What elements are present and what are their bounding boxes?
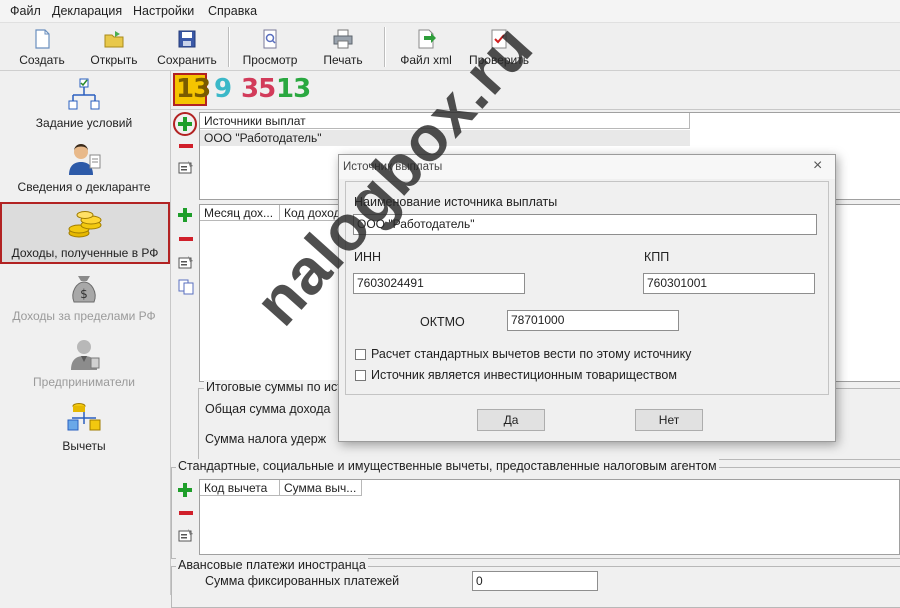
menu-settings[interactable]: Настройки (133, 4, 194, 18)
print-label: Печать (323, 53, 363, 67)
tax-withheld-label: Сумма налога удерж (205, 432, 327, 446)
edit-deduction-icon[interactable] (178, 528, 194, 542)
total-income-label: Общая сумма дохода (205, 402, 331, 416)
sidebar-item-label: Доходы за пределами РФ (12, 309, 156, 323)
kpp-label: КПП (644, 250, 670, 264)
oktmo-input[interactable]: 78701000 (507, 310, 679, 331)
table-row[interactable]: ООО "Работодатель" (200, 130, 690, 146)
print-button[interactable]: Печать (307, 25, 379, 69)
no-button[interactable]: Нет (635, 409, 703, 431)
coins-icon (68, 211, 102, 238)
fixed-payments-input[interactable]: 0 (472, 571, 598, 591)
edit-income-icon[interactable] (178, 255, 194, 269)
menu-bar: Файл Декларация Настройки Справка (0, 0, 900, 23)
toolbar-separator (384, 27, 386, 67)
menu-file[interactable]: Файл (10, 4, 41, 18)
kpp-input[interactable]: 760301001 (643, 273, 815, 294)
money-bag-icon: $ (72, 276, 96, 303)
xml-file-icon (418, 29, 436, 49)
sidebar-item-label: Предприниматели (33, 375, 135, 389)
edit-source-icon[interactable] (178, 160, 194, 174)
inn-label: ИНН (354, 250, 382, 264)
checklist-icon (491, 29, 507, 49)
source-name-label: Наименование источника выплаты (354, 195, 558, 209)
xml-file-button[interactable]: Файл xml (390, 25, 462, 69)
sidebar-item-label: Вычеты (62, 439, 106, 453)
dialog-title-bar[interactable]: Источник выплаты × (339, 155, 835, 179)
add-deduction-plus-icon[interactable] (177, 482, 193, 498)
menu-help[interactable]: Справка (208, 4, 257, 18)
sources-column-header[interactable]: Источники выплат (200, 113, 690, 129)
dialog-title: Источник выплаты (343, 161, 443, 173)
sidebar-item-conditions[interactable]: Задание условий (2, 77, 166, 137)
close-icon[interactable]: × (813, 157, 822, 175)
preview-icon (263, 29, 277, 49)
create-button[interactable]: Создать (6, 25, 78, 69)
deductions-icon (67, 403, 101, 431)
sidebar: Задание условий Сведения о декларанте До… (0, 71, 171, 595)
deduction-sum-column-header[interactable]: Сумма выч... (280, 480, 362, 496)
remove-source-minus-icon[interactable] (178, 142, 194, 150)
open-label: Открыть (90, 53, 138, 67)
menu-declaration[interactable]: Декларация (52, 4, 122, 18)
toolbar: Создать Открыть Сохранить Просмотр Печат… (0, 23, 900, 71)
remove-deduction-minus-icon[interactable] (178, 509, 194, 517)
sidebar-item-label: Сведения о декларанте (17, 180, 151, 194)
open-folder-icon (104, 31, 124, 48)
add-income-plus-icon[interactable] (177, 207, 193, 223)
new-document-icon (35, 29, 50, 49)
payment-source-dialog: Источник выплаты × Наименование источник… (338, 154, 836, 442)
check-label: Проверить (468, 53, 529, 67)
rate-tab-13-label: 13 (176, 74, 211, 104)
toolbar-separator (228, 27, 230, 67)
sidebar-item-label: Доходы, полученные в РФ (11, 246, 159, 260)
save-label: Сохранить (157, 53, 217, 67)
investment-partnership-checkbox[interactable] (355, 370, 366, 381)
create-label: Создать (19, 53, 65, 67)
sidebar-item-label: Задание условий (35, 116, 133, 130)
printer-icon (333, 29, 353, 49)
rate-tab-13-resident[interactable]: 13 (276, 74, 311, 106)
xml-file-label: Файл xml (400, 53, 452, 67)
declarant-icon (69, 144, 101, 175)
svg-text:$: $ (80, 287, 88, 301)
source-name-input[interactable]: ООО "Работодатель" (353, 214, 817, 235)
income-month-column-header[interactable]: Месяц дох... (200, 205, 280, 221)
add-source-plus-icon[interactable] (177, 116, 193, 132)
rate-tab-9[interactable]: 9 (214, 74, 232, 106)
yes-button[interactable]: Да (477, 409, 545, 431)
advance-group-title: Авансовые платежи иностранца (176, 558, 368, 572)
copy-income-icon[interactable] (178, 279, 194, 295)
conditions-icon (68, 78, 100, 110)
standard-deductions-label: Расчет стандартных вычетов вести по этом… (371, 347, 692, 361)
remove-income-minus-icon[interactable] (178, 235, 194, 243)
check-button[interactable]: Проверить (463, 25, 535, 69)
sidebar-item-income-rf[interactable]: Доходы, полученные в РФ (0, 202, 170, 264)
rate-tab-35[interactable]: 35 (241, 74, 276, 106)
oktmo-label: ОКТМО (420, 315, 465, 329)
save-button[interactable]: Сохранить (151, 25, 223, 69)
totals-group-title: Итоговые суммы по ист (204, 380, 345, 394)
divider (171, 109, 900, 110)
preview-label: Просмотр (242, 53, 298, 67)
deductions-group-title: Стандартные, социальные и имущественные … (176, 459, 719, 473)
inn-input[interactable]: 7603024491 (353, 273, 525, 294)
standard-deductions-checkbox[interactable] (355, 349, 366, 360)
sidebar-item-declarant[interactable]: Сведения о декларанте (2, 141, 166, 201)
open-button[interactable]: Открыть (78, 25, 150, 69)
preview-button[interactable]: Просмотр (234, 25, 306, 69)
source-name-cell: ООО "Работодатель" (204, 131, 322, 145)
sidebar-item-income-abroad[interactable]: $ Доходы за пределами РФ (2, 270, 166, 330)
entrepreneur-icon (71, 340, 100, 370)
sidebar-item-entrepreneurs[interactable]: Предприниматели (2, 336, 166, 396)
investment-partnership-label: Источник является инвестиционным товарищ… (371, 368, 677, 382)
fixed-payments-label: Сумма фиксированных платежей (205, 574, 400, 588)
deduction-code-column-header[interactable]: Код вычета (200, 480, 280, 496)
floppy-disk-icon (178, 30, 196, 48)
deductions-table: Код вычета Сумма выч... (199, 479, 900, 555)
sidebar-item-deductions[interactable]: Вычеты (2, 400, 166, 460)
